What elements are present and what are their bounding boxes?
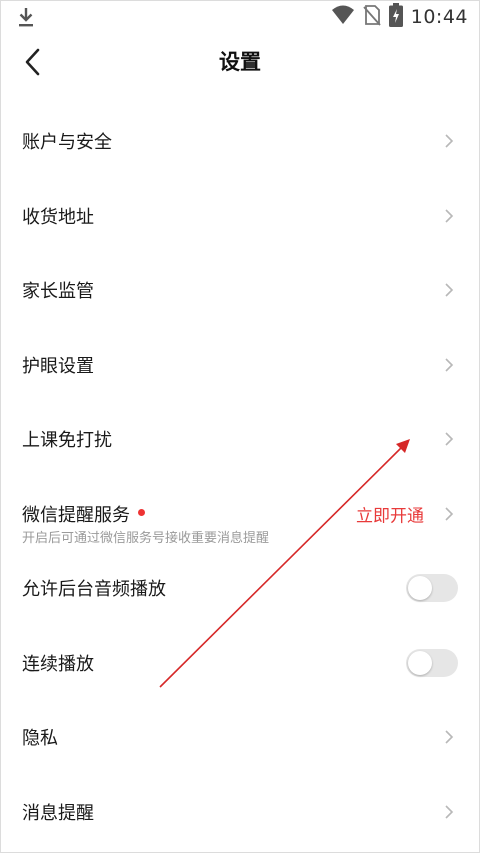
chevron-right-icon: [445, 134, 454, 148]
settings-item-label: 连续播放: [22, 653, 94, 675]
settings-item-background-audio: 允许后台音频播放: [0, 551, 480, 626]
settings-item-label: 隐私: [22, 728, 58, 750]
settings-list: 账户与安全 收货地址 家长监管 护眼设置 上课免打扰 微信提醒服务 开启后可通过…: [0, 104, 480, 849]
battery-charging-icon: [388, 3, 403, 31]
settings-item-label: 允许后台音频播放: [22, 579, 166, 601]
settings-item-label: 消息提醒: [22, 802, 94, 824]
settings-item-privacy[interactable]: 隐私: [0, 700, 480, 775]
settings-item-autoplay: 连续播放: [0, 626, 480, 701]
download-icon: [16, 6, 36, 28]
chevron-right-icon: [445, 507, 454, 521]
page-title: 设置: [219, 50, 261, 74]
activate-now-link[interactable]: 立即开通: [356, 501, 424, 526]
status-bar: 10:44: [0, 0, 480, 34]
settings-item-class-do-not-disturb[interactable]: 上课免打扰: [0, 402, 480, 477]
chevron-right-icon: [445, 358, 454, 372]
chevron-right-icon: [445, 209, 454, 223]
status-time: 10:44: [410, 6, 468, 28]
chevron-right-icon: [445, 730, 454, 744]
settings-item-label: 账户与安全: [22, 132, 112, 154]
chevron-right-icon: [445, 283, 454, 297]
settings-item-label: 家长监管: [22, 281, 94, 303]
settings-item-message-notification[interactable]: 消息提醒: [0, 775, 480, 850]
autoplay-toggle[interactable]: [406, 648, 458, 677]
no-sim-icon: [363, 4, 381, 30]
settings-item-wechat-reminder[interactable]: 微信提醒服务 开启后可通过微信服务号接收重要消息提醒 立即开通: [0, 477, 480, 552]
toggle-knob: [408, 650, 432, 675]
settings-item-parental-control[interactable]: 家长监管: [0, 253, 480, 328]
settings-item-shipping-address[interactable]: 收货地址: [0, 179, 480, 254]
header: 设置: [0, 34, 480, 90]
wechat-reminder-title: 微信提醒服务: [22, 504, 130, 526]
wechat-reminder-description: 开启后可通过微信服务号接收重要消息提醒: [22, 530, 270, 546]
settings-item-label: 收货地址: [22, 206, 94, 228]
settings-item-label: 微信提醒服务: [22, 501, 145, 527]
toggle-knob: [408, 576, 432, 601]
chevron-right-icon: [445, 805, 454, 819]
settings-item-label: 护眼设置: [22, 355, 94, 377]
background-audio-toggle[interactable]: [406, 574, 458, 603]
chevron-right-icon: [445, 432, 454, 446]
status-icons: 10:44: [331, 3, 468, 31]
settings-item-label: 上课免打扰: [22, 430, 112, 452]
settings-item-account-security[interactable]: 账户与安全: [0, 104, 480, 179]
red-dot-badge: [138, 509, 145, 516]
settings-screen: 10:44 设置 账户与安全 收货地址 家长监管 护眼设置 上课免打扰 微信提醒…: [0, 0, 480, 853]
settings-item-eye-protection[interactable]: 护眼设置: [0, 328, 480, 403]
wifi-icon: [331, 5, 355, 29]
